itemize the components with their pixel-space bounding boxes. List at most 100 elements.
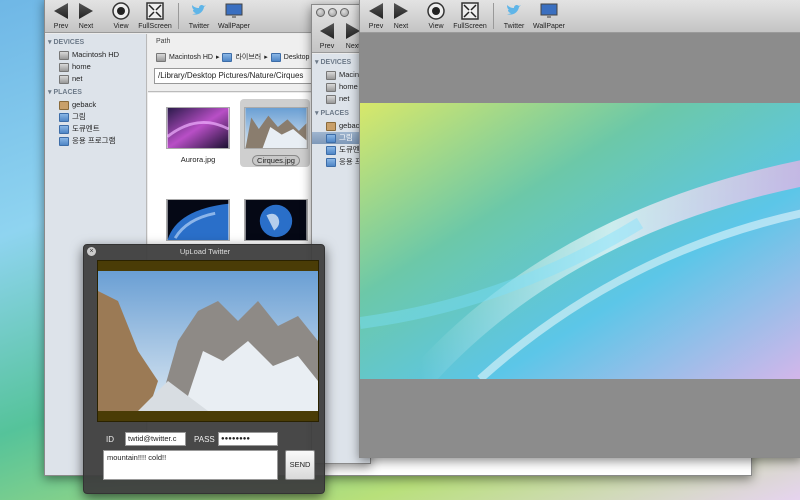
fullscreen-label: FullScreen [138,23,172,30]
file-name: Aurora.jpg [180,155,216,164]
sidebar-item-label: 도큐멘트 [72,124,100,133]
toolbar-divider [178,3,179,29]
wallpaper-preview-image [360,103,800,379]
next-button[interactable]: Next [75,1,97,31]
sidebar-item-label: geback [72,100,97,109]
twitter-bird-icon [507,4,521,15]
fullscreen-icon [146,2,164,20]
eye-icon [112,2,130,20]
hard-drive-icon [156,52,166,62]
sidebar-item-net[interactable]: net [45,73,146,85]
next-arrow-icon [79,3,93,19]
view-button[interactable]: View [109,1,133,31]
eye-icon [427,2,445,20]
fullscreen-button[interactable]: FullScreen [452,1,488,31]
upload-preview-image [98,271,318,411]
devices-header: DEVICES [48,37,146,49]
twitter-button[interactable]: Twitter [185,1,213,31]
prev-button[interactable]: Prev [51,1,71,31]
file-item-aurora[interactable]: Aurora.jpg [160,107,236,164]
sidebar-item-documents[interactable]: 도큐멘트 [45,123,146,135]
twitter-bird-icon [192,4,206,15]
viewer-toolbar: Prev Next View FullScreen Twitter WallPa… [360,0,800,33]
breadcrumb-item[interactable]: 라이브러 [222,52,261,62]
next-label: Next [78,23,94,30]
id-label: ID [106,435,114,444]
twitter-upload-dialog: × UpLoad Twitter ID twtid@twitter.c PASS… [83,244,325,494]
folder-icon [326,133,336,143]
network-drive-icon [59,74,69,84]
fullscreen-label: FullScreen [453,23,487,30]
id-input[interactable]: twtid@twitter.c [125,432,186,446]
folder-icon [222,52,233,62]
sidebar-item-applications[interactable]: 응용 프로그램 [45,135,146,147]
wallpaper-button[interactable]: WallPaper [217,1,251,31]
dialog-title: UpLoad Twitter [179,247,231,256]
close-window-button[interactable] [316,8,325,17]
prev-button[interactable]: Prev [316,21,338,51]
sidebar-item-label: home [72,62,91,71]
file-item-cirques[interactable]: Cirques.jpg [238,107,314,166]
twitter-label: Twitter [188,23,210,30]
prev-label: Prev [319,43,335,50]
send-button[interactable]: SEND [285,450,315,480]
sidebar-item-label: 응용 프로그램 [72,136,116,145]
viewer-window: Prev Next View FullScreen Twitter WallPa… [359,0,800,458]
fullscreen-icon [461,2,479,20]
prev-button[interactable]: Prev [366,1,386,31]
minimize-window-button[interactable] [328,8,337,17]
folder-icon [326,145,336,155]
breadcrumb-item[interactable]: Desktop [270,52,309,62]
sidebar-item-home[interactable]: home [45,61,146,73]
sidebar-item-pictures[interactable]: 그림 [45,111,146,123]
next-arrow-icon [394,3,408,19]
path-label: Path [156,38,171,45]
earth-thumbnail [244,199,308,241]
hard-drive-icon [326,70,336,80]
breadcrumb-item[interactable]: Macintosh HD [156,52,213,62]
folder-icon [59,136,69,146]
image-frame [97,260,319,422]
chevron-right-icon: ▸ [264,54,268,61]
password-input[interactable]: ●●●●●●●● [218,432,278,446]
sidebar-item-label: 그림 [72,112,86,121]
folder-icon [59,112,69,122]
prev-label: Prev [368,23,384,30]
pass-label: PASS [194,435,215,444]
folder-icon [326,157,336,167]
view-button[interactable]: View [424,1,448,31]
next-label: Next [393,23,409,30]
wallpaper-label: WallPaper [532,23,566,30]
network-drive-icon [326,82,336,92]
home-icon [326,121,336,131]
folder-icon [270,52,281,62]
file-name: Cirques.jpg [252,155,300,166]
view-label: View [113,23,129,30]
prev-arrow-icon [320,23,334,39]
fullscreen-button[interactable]: FullScreen [137,1,173,31]
mountain-thumbnail [244,107,308,149]
folder-icon [59,124,69,134]
prev-arrow-icon [369,3,383,19]
hard-drive-icon [59,50,69,60]
chevron-right-icon: ▸ [215,54,220,61]
home-icon [59,100,69,110]
wallpaper-button[interactable]: WallPaper [532,1,566,31]
sidebar-item-geback[interactable]: geback [45,99,146,111]
sidebar-item-label: net [72,74,83,83]
prev-arrow-icon [54,3,68,19]
file-item-earth-2[interactable] [238,199,314,243]
prev-label: Prev [53,23,69,30]
aurora-thumbnail [166,107,230,149]
file-item-earth-1[interactable] [160,199,236,243]
next-button[interactable]: Next [390,1,412,31]
twitter-button[interactable]: Twitter [500,1,528,31]
network-drive-icon [59,62,69,72]
monitor-icon [225,3,243,18]
sidebar-item-macintosh-hd[interactable]: Macintosh HD [45,49,146,61]
message-textarea[interactable]: mountain!!!! cold!! [103,450,278,480]
twitter-label: Twitter [503,23,525,30]
monitor-icon [540,3,558,18]
zoom-window-button[interactable] [340,8,349,17]
earth-thumbnail [166,199,230,241]
